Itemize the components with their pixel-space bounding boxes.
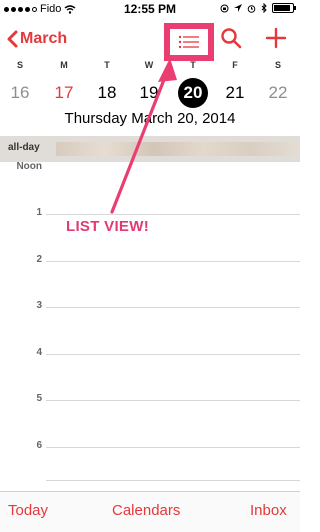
hour-divider [46,214,300,215]
dow-label: S [16,60,23,70]
dow-label: S [274,60,281,70]
alarm-icon [247,4,256,13]
rotation-lock-icon [220,4,229,12]
day-17[interactable]: 17 [49,78,79,108]
today-button[interactable]: Today [8,502,48,519]
nav-bar: March [0,18,300,62]
hour-divider [46,261,300,262]
calendars-button[interactable]: Calendars [112,502,180,519]
day-21[interactable]: 21 [220,78,250,108]
bluetooth-icon [261,3,267,13]
annotation-label: LIST VIEW! [66,218,149,235]
hour-label: 1 [36,207,42,218]
day-22[interactable]: 22 [263,78,293,108]
hour-divider [46,447,300,448]
week-strip: S M T W T F S 16 17 18 19 20 21 22 [0,60,300,108]
back-label: March [20,30,68,47]
hour-label: 4 [36,347,42,358]
plus-icon[interactable] [264,26,288,50]
hour-label: 3 [36,300,42,311]
selected-date-title: Thursday March 20, 2014 [64,110,236,127]
all-day-row[interactable]: all-day [0,136,300,162]
status-bar: Fido 12:55 PM [0,0,300,18]
inbox-button[interactable]: Inbox [250,502,287,519]
list-view-highlight [164,23,214,61]
list-icon [178,35,199,49]
hour-divider [46,400,300,401]
all-day-label: all-day [8,142,40,153]
hour-divider [46,307,300,308]
day-18[interactable]: 18 [92,78,122,108]
dow-label: F [232,60,238,70]
dow-label: M [60,60,68,70]
blurred-event[interactable] [56,142,300,156]
hour-label: 6 [36,440,42,451]
dow-label: T [190,60,196,70]
bottom-toolbar: Today Calendars Inbox [0,491,300,532]
day-20-selected[interactable]: 20 [178,78,208,108]
day-19[interactable]: 19 [134,78,164,108]
location-icon [234,4,242,12]
hour-label: 5 [36,393,42,404]
list-view-button[interactable] [170,29,208,55]
hour-label: 2 [36,254,42,265]
hour-label: Noon [16,161,42,172]
day-16[interactable]: 16 [5,78,35,108]
chevron-left-icon [7,30,18,48]
back-to-month-button[interactable]: March [6,30,67,48]
hour-divider [46,480,300,481]
search-icon[interactable] [220,27,242,49]
battery-icon [272,3,296,13]
dow-label: T [104,60,110,70]
status-icons [220,3,296,13]
dow-label: W [144,60,154,70]
hour-divider [46,354,300,355]
